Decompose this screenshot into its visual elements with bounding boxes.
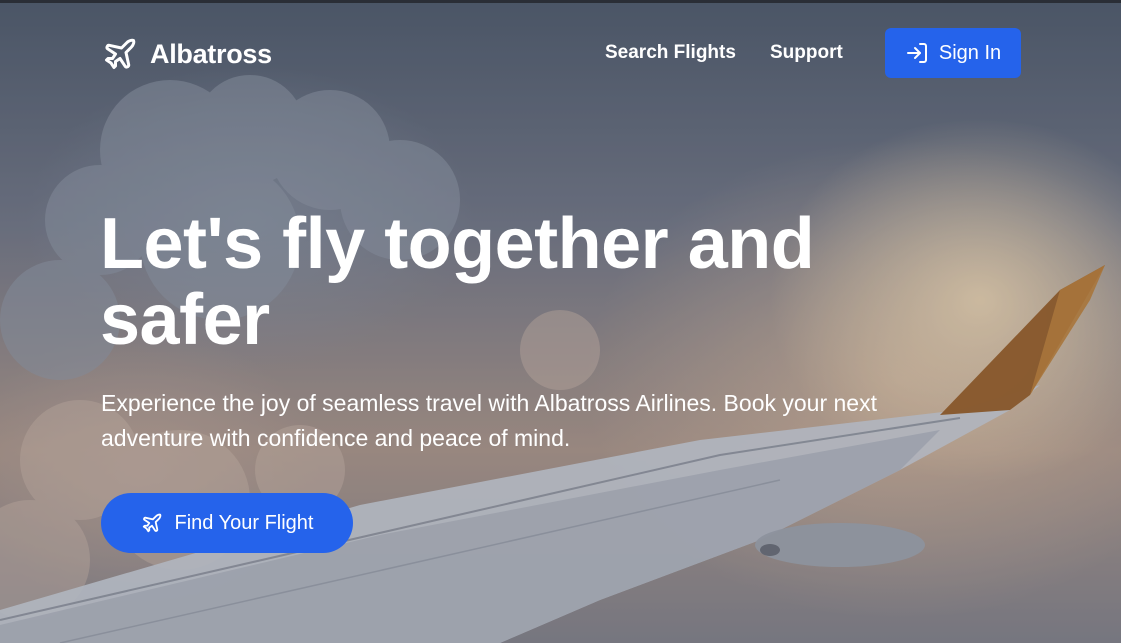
- airplane-icon: [142, 513, 161, 533]
- hero-subtitle: Experience the joy of seamless travel wi…: [101, 390, 877, 451]
- top-border: [0, 0, 1121, 3]
- sign-in-arrow-icon: [906, 43, 927, 63]
- brand-name: Albatross: [150, 38, 272, 69]
- hero-title: Let's fly together and safer: [100, 204, 815, 360]
- top-navbar: Albatross Search Flights Support Sign In: [0, 28, 1121, 78]
- sign-in-label: Sign In: [938, 41, 1002, 64]
- brand-logo[interactable]: Albatross: [102, 34, 272, 74]
- nav-link-support[interactable]: Support: [770, 42, 843, 64]
- find-your-flight-label: Find Your Flight: [174, 511, 314, 534]
- airplane-icon: [105, 38, 136, 69]
- sign-in-button[interactable]: Sign In: [885, 28, 1021, 78]
- nav-link-search-flights[interactable]: Search Flights: [605, 42, 736, 64]
- find-your-flight-button[interactable]: Find Your Flight: [101, 493, 353, 553]
